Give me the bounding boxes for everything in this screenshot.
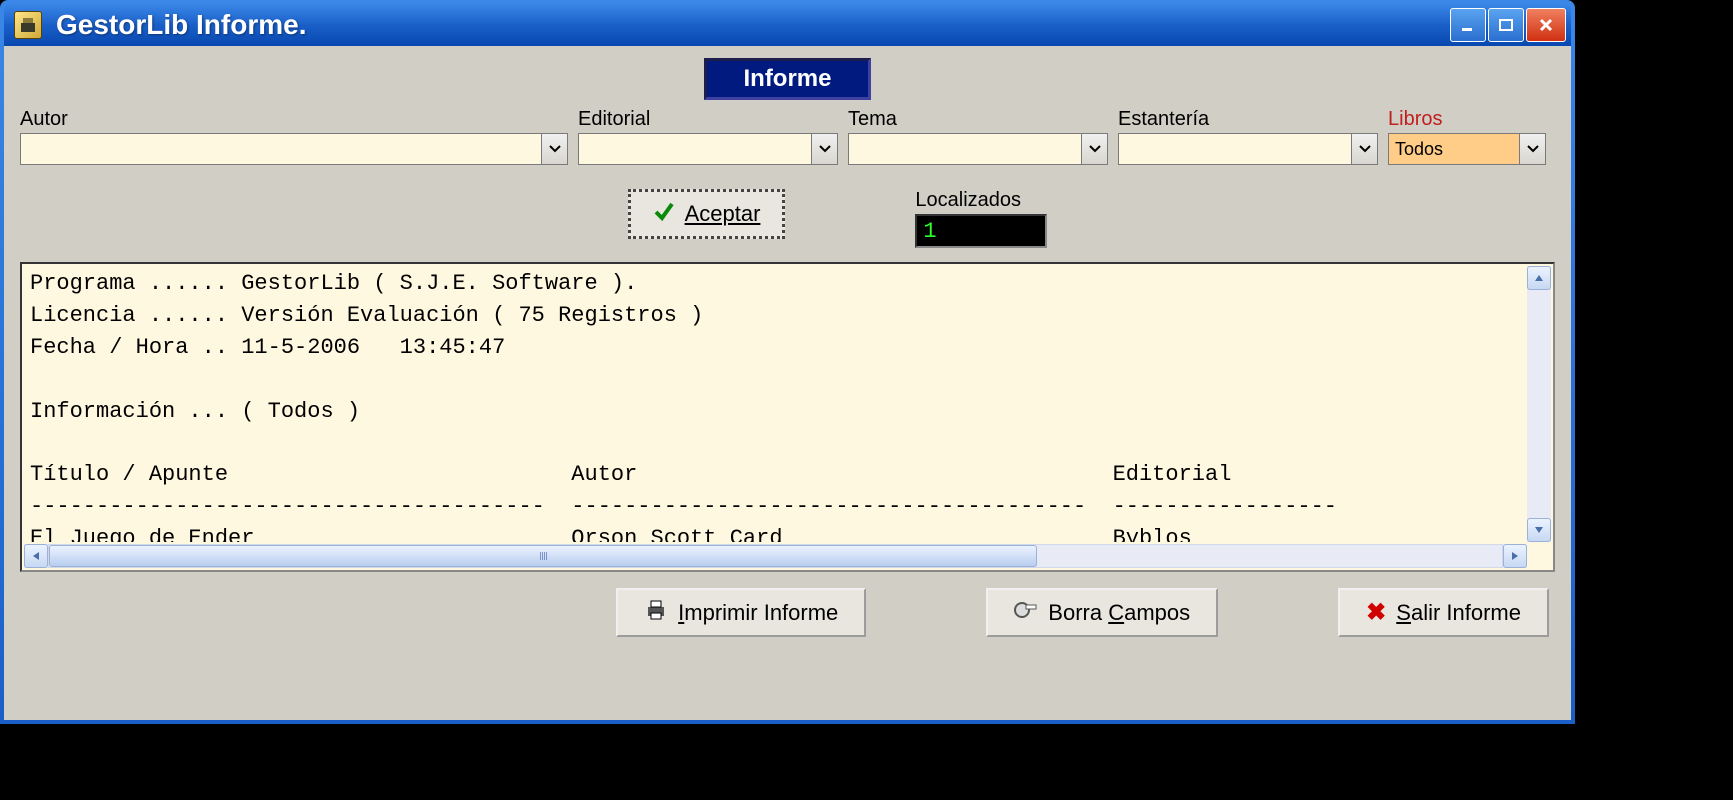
clear-fields-button[interactable]: Borra Campos: [986, 588, 1218, 637]
libros-input[interactable]: [1389, 134, 1519, 164]
close-button[interactable]: [1526, 8, 1566, 42]
grip-icon: [540, 552, 547, 560]
printer-icon: [644, 599, 668, 627]
check-icon: [653, 200, 675, 228]
editorial-input[interactable]: [579, 134, 811, 164]
scroll-left-icon[interactable]: [24, 544, 48, 568]
scroll-right-icon[interactable]: [1503, 544, 1527, 568]
window-title: GestorLib Informe.: [56, 9, 306, 41]
localizados-group: Localizados 1: [915, 189, 1047, 248]
chevron-down-icon[interactable]: [1081, 134, 1107, 164]
titlebar-left: GestorLib Informe.: [14, 9, 306, 41]
tema-input[interactable]: [849, 134, 1081, 164]
accept-label: Aceptar: [685, 201, 761, 227]
horizontal-scrollbar[interactable]: [24, 544, 1527, 568]
localizados-label: Localizados: [915, 189, 1047, 212]
chevron-down-icon[interactable]: [541, 134, 567, 164]
combo-estanteria[interactable]: [1118, 133, 1378, 165]
window-frame: GestorLib Informe. Informe Autor: [0, 0, 1575, 724]
estanteria-input[interactable]: [1119, 134, 1351, 164]
x-icon: ✖: [1366, 598, 1386, 627]
chevron-down-icon[interactable]: [1519, 134, 1545, 164]
clear-label: Borra Campos: [1048, 600, 1190, 626]
filter-autor: Autor: [20, 108, 568, 165]
filter-label-autor: Autor: [20, 108, 568, 131]
app-icon: [14, 11, 42, 39]
combo-libros[interactable]: [1388, 133, 1546, 165]
action-row: Aceptar Localizados 1: [20, 189, 1555, 248]
minimize-button[interactable]: [1450, 8, 1486, 42]
scroll-up-icon[interactable]: [1527, 266, 1551, 290]
content-panel: Informe Autor Editorial Tema: [4, 46, 1571, 720]
header-row: Informe: [20, 58, 1555, 106]
filter-editorial: Editorial: [578, 108, 838, 165]
scroll-thumb-h[interactable]: [49, 545, 1037, 567]
filter-label-editorial: Editorial: [578, 108, 838, 131]
accept-button[interactable]: Aceptar: [628, 189, 786, 239]
filter-label-tema: Tema: [848, 108, 1108, 131]
autor-input[interactable]: [21, 134, 541, 164]
header-badge: Informe: [704, 58, 870, 100]
filter-libros: Libros: [1388, 108, 1546, 165]
maximize-button[interactable]: [1488, 8, 1524, 42]
report-text[interactable]: Programa ...... GestorLib ( S.J.E. Softw…: [22, 264, 1525, 542]
exit-label: Salir Informe: [1396, 600, 1521, 626]
scroll-track-v[interactable]: [1527, 290, 1551, 518]
chevron-down-icon[interactable]: [1351, 134, 1377, 164]
window-controls: [1450, 8, 1566, 42]
vertical-scrollbar[interactable]: [1527, 266, 1551, 542]
titlebar[interactable]: GestorLib Informe.: [4, 4, 1571, 46]
combo-autor[interactable]: [20, 133, 568, 165]
filter-label-libros: Libros: [1388, 108, 1546, 131]
filter-tema: Tema: [848, 108, 1108, 165]
scroll-down-icon[interactable]: [1527, 518, 1551, 542]
print-button[interactable]: Imprimir Informe: [616, 588, 866, 637]
report-area: Programa ...... GestorLib ( S.J.E. Softw…: [20, 262, 1555, 572]
localizados-value: 1: [915, 214, 1047, 248]
print-label: Imprimir Informe: [678, 600, 838, 626]
clear-icon: [1014, 599, 1038, 627]
filter-estanteria: Estantería: [1118, 108, 1378, 165]
combo-tema[interactable]: [848, 133, 1108, 165]
exit-button[interactable]: ✖ Salir Informe: [1338, 588, 1549, 637]
combo-editorial[interactable]: [578, 133, 838, 165]
scroll-track-h[interactable]: [48, 544, 1503, 568]
filter-row: Autor Editorial Tema: [20, 108, 1555, 165]
chevron-down-icon[interactable]: [811, 134, 837, 164]
footer-buttons: Imprimir Informe Borra Campos ✖ Salir In…: [20, 588, 1555, 637]
filter-label-estanteria: Estantería: [1118, 108, 1378, 131]
